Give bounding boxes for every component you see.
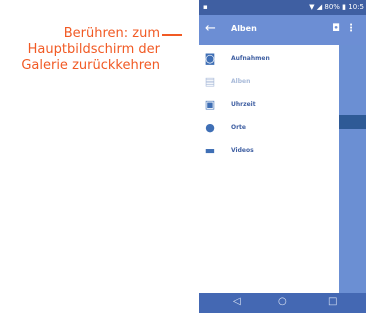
drawer-item-alben[interactable]: ▤ Alben — [199, 72, 339, 94]
drawer-item-orte[interactable]: ● Orte — [199, 118, 339, 140]
app-bar-title: Alben — [231, 24, 257, 33]
nav-home-icon[interactable]: ○ — [278, 296, 287, 307]
location-pin-icon: ● — [205, 121, 215, 134]
signal-icon: ◢ — [316, 3, 323, 11]
drawer-item-label: Orte — [231, 124, 246, 131]
callout-line-3: Galerie zurückkehren — [21, 58, 160, 73]
nav-back-icon[interactable]: ◁ — [233, 296, 241, 307]
battery-percent: 80% — [324, 3, 340, 11]
system-nav-bar: ◁ ○ □ — [199, 293, 366, 313]
callout-pointer-line — [162, 34, 182, 36]
callout-line-1: Berühren: zum — [63, 26, 160, 41]
drawer-item-uhrzeit[interactable]: ▣ Uhrzeit — [199, 95, 339, 117]
app-bar: ← Alben ◘ ⋮ — [199, 15, 366, 45]
wifi-icon: ▼ — [309, 3, 315, 11]
drawer-item-aufnahmen[interactable]: ◙ Aufnahmen — [199, 49, 339, 71]
status-indicators: ▼ ◢ 80% ▮ 10:5 — [309, 3, 364, 11]
phone-screen: ▪ ▼ ◢ 80% ▮ 10:5 ← Alben ◘ ⋮ ◙ Aufnahmen… — [199, 0, 366, 313]
notification-icon: ▪ — [203, 3, 208, 11]
more-vert-icon[interactable]: ⋮ — [346, 23, 356, 34]
drawer-item-label: Videos — [231, 147, 254, 154]
calendar-icon: ▣ — [204, 98, 216, 111]
back-arrow-icon[interactable]: ← — [205, 21, 216, 36]
camera-icon: ◙ — [204, 52, 216, 65]
image-band — [339, 115, 366, 129]
camera-icon[interactable]: ◘ — [332, 23, 340, 34]
drawer-item-label: Uhrzeit — [231, 101, 256, 108]
navigation-drawer: ◙ Aufnahmen ▤ Alben ▣ Uhrzeit ● Orte ▬ V… — [199, 45, 339, 293]
background-album-image — [339, 45, 366, 293]
callout-line-2: Hauptbildschirm der — [27, 42, 160, 57]
drawer-item-label: Aufnahmen — [231, 55, 270, 62]
albums-icon: ▤ — [204, 75, 216, 88]
drawer-item-videos[interactable]: ▬ Videos — [199, 141, 339, 163]
drawer-item-label: Alben — [231, 78, 251, 85]
battery-icon: ▮ — [342, 3, 347, 11]
nav-recents-icon[interactable]: □ — [328, 296, 337, 307]
status-bar: ▪ ▼ ◢ 80% ▮ 10:5 — [199, 0, 366, 15]
video-icon: ▬ — [204, 144, 216, 157]
annotation-callout: Berühren: zum Hauptbildschirm der Galeri… — [0, 26, 160, 74]
clock: 10:5 — [348, 3, 364, 11]
